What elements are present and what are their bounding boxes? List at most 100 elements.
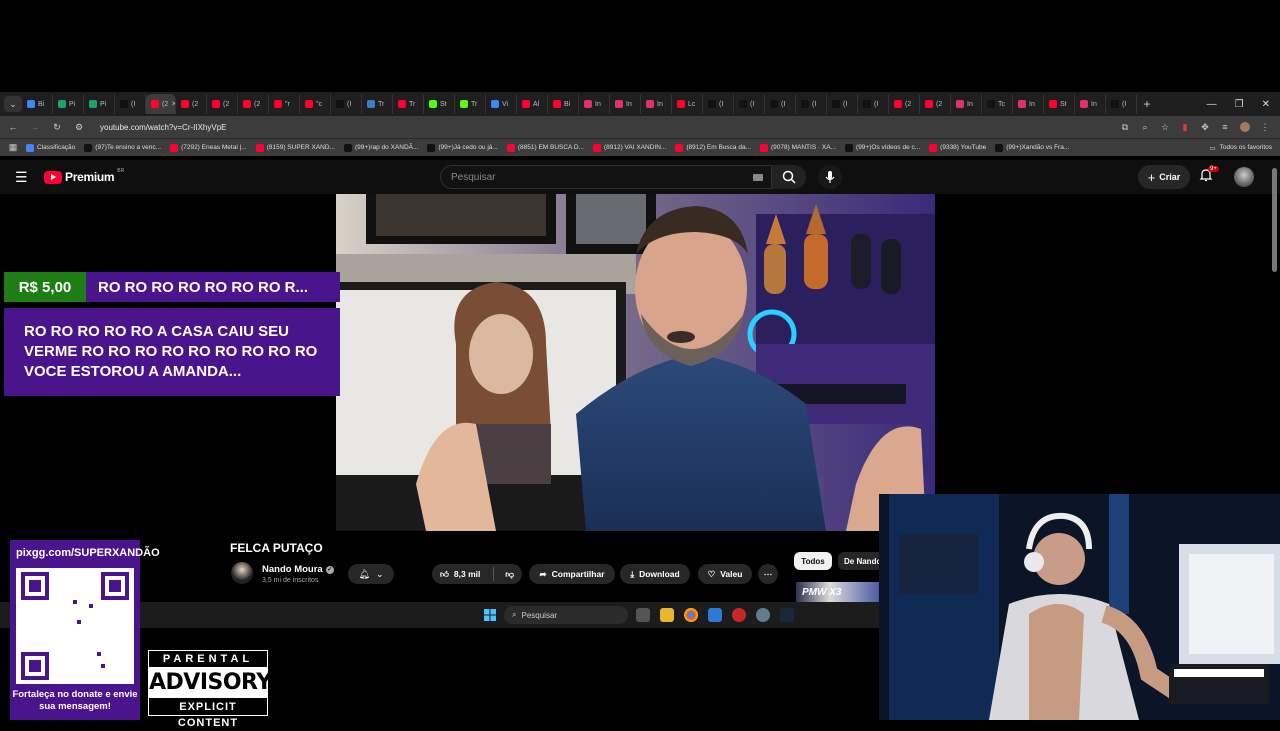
store-icon[interactable] <box>708 608 722 622</box>
create-button[interactable]: + Criar <box>1138 165 1190 189</box>
video-player[interactable] <box>336 194 935 531</box>
thumbs-up-icon[interactable]: 👍︎ <box>440 569 449 580</box>
bookmark-item[interactable]: (97)Te ensino a venc... <box>84 143 161 152</box>
browser-tab[interactable]: "c <box>300 94 331 114</box>
profile-icon[interactable] <box>1240 122 1250 132</box>
task-view-icon[interactable] <box>636 608 650 622</box>
account-avatar[interactable] <box>1234 167 1254 187</box>
download-button[interactable]: ⤓ Download <box>620 564 690 584</box>
browser-tab[interactable]: (2✕ <box>146 94 176 114</box>
voice-search-button[interactable] <box>818 165 842 189</box>
browser-tab[interactable]: (2 <box>920 94 951 114</box>
related-video-thumbnail[interactable]: PMW X3 <box>796 582 880 602</box>
browser-tab[interactable]: (I <box>331 94 362 114</box>
browser-tab[interactable]: (2 <box>238 94 269 114</box>
zoom-icon[interactable]: ⌕ <box>1140 122 1150 132</box>
browser-tab[interactable]: Bi <box>22 94 53 114</box>
browser-tab[interactable]: In <box>641 94 672 114</box>
minimize-icon[interactable]: — <box>1207 99 1217 110</box>
forward-icon[interactable]: → <box>30 122 40 132</box>
chip-all[interactable]: Todos <box>794 552 832 570</box>
app-icon[interactable] <box>732 608 746 622</box>
bookmark-item[interactable]: (9338) YouTube <box>929 143 986 152</box>
like-count[interactable]: 8,3 mil <box>454 569 480 579</box>
taskbar-search[interactable]: ⌕ Pesquisar <box>504 606 628 624</box>
chrome-icon[interactable] <box>684 608 698 622</box>
browser-tab[interactable]: In <box>951 94 982 114</box>
browser-tab[interactable]: (2 <box>889 94 920 114</box>
thanks-button[interactable]: ♡ Valeu <box>698 564 752 584</box>
browser-tab[interactable]: Bi <box>548 94 579 114</box>
youtube-premium-logo[interactable]: Premium BR <box>44 168 124 184</box>
bookmark-item[interactable]: (99+)Já cedo ou já... <box>427 143 498 152</box>
channel-avatar[interactable] <box>231 562 253 584</box>
bookmark-item[interactable]: (9078) MANTIS · XA... <box>760 143 836 152</box>
extensions-puzzle-icon[interactable]: ✥ <box>1200 122 1210 132</box>
url-field[interactable]: youtube.com/watch?v=Cr-IIXhyVpE <box>100 123 227 132</box>
search-button[interactable] <box>772 165 806 189</box>
bookmark-item[interactable]: (8851) EM BUSCA D... <box>506 143 584 152</box>
bookmark-item[interactable]: (8912) VAI XANDIN... <box>592 143 666 152</box>
more-actions-icon[interactable]: ⋯ <box>758 564 778 584</box>
browser-tab[interactable]: (I <box>827 94 858 114</box>
search-input[interactable]: Pesquisar <box>440 165 772 189</box>
notifications-button[interactable]: 9+ <box>1199 166 1219 186</box>
browser-tab[interactable]: In <box>1013 94 1044 114</box>
browser-tab[interactable]: (I <box>734 94 765 114</box>
browser-tab[interactable]: (I <box>1106 94 1137 114</box>
browser-tab[interactable]: In <box>579 94 610 114</box>
settings-gear-icon[interactable] <box>756 608 770 622</box>
bookmark-item[interactable]: (7292) Eneas Metal |... <box>170 143 247 152</box>
browser-tab[interactable]: Pi <box>84 94 115 114</box>
channel-name-row[interactable]: Nando Moura ✓ <box>262 564 334 575</box>
all-bookmarks-button[interactable]: ▭ Todos os favoritos <box>1209 144 1280 152</box>
browser-tab[interactable]: Lc <box>672 94 703 114</box>
browser-tab[interactable]: Tc <box>982 94 1013 114</box>
browser-tab[interactable]: St <box>1044 94 1075 114</box>
bookmark-item[interactable]: (99+)rap do XANDÃ... <box>343 143 418 152</box>
bookmark-star-icon[interactable]: ☆ <box>1160 122 1170 132</box>
reload-icon[interactable]: ↻ <box>52 122 62 132</box>
browser-tab[interactable]: "r <box>269 94 300 114</box>
media-control-icon[interactable]: ≡ <box>1220 122 1230 132</box>
browser-tab[interactable]: (2 <box>207 94 238 114</box>
browser-tab[interactable]: St <box>424 94 455 114</box>
tab-search-chevron-icon[interactable]: ⌄ <box>4 96 22 112</box>
back-icon[interactable]: ← <box>8 122 18 132</box>
hamburger-menu-icon[interactable]: ☰ <box>15 169 28 186</box>
browser-tab[interactable]: Tr <box>393 94 424 114</box>
new-tab-plus-icon[interactable]: + <box>1137 97 1157 111</box>
bookmark-item[interactable]: (8912) Em Busca da... <box>675 143 751 152</box>
share-button[interactable]: ➦ Compartilhar <box>529 564 615 584</box>
browser-tab[interactable]: (2 <box>176 94 207 114</box>
browser-tab[interactable]: Pi <box>53 94 84 114</box>
site-info-icon[interactable]: ⚙ <box>74 122 84 132</box>
browser-tab[interactable]: Tr <box>455 94 486 114</box>
bookmark-item[interactable]: Classificação <box>26 143 75 152</box>
browser-tab[interactable]: (I <box>703 94 734 114</box>
steam-icon[interactable] <box>780 608 794 622</box>
thumbs-down-icon[interactable]: 👎︎ <box>505 569 514 580</box>
extension-red-icon[interactable]: ▮ <box>1180 122 1190 132</box>
page-scrollbar[interactable] <box>1272 168 1277 272</box>
browser-tab[interactable]: Vi <box>486 94 517 114</box>
browser-tab[interactable]: Al <box>517 94 548 114</box>
windows-start-icon[interactable] <box>484 609 496 621</box>
apps-grid-icon[interactable]: ▦ <box>8 142 18 153</box>
chip-channel[interactable]: De Nando <box>838 552 880 570</box>
subscription-bell-button[interactable]: 🔔︎ ⌄ <box>348 564 394 584</box>
bookmark-item[interactable]: (8159) SUPER XAND... <box>255 143 335 152</box>
install-app-icon[interactable]: ⧉ <box>1120 122 1130 132</box>
browser-menu-icon[interactable]: ⋮ <box>1260 122 1270 132</box>
browser-tab[interactable]: (I <box>765 94 796 114</box>
browser-tab[interactable]: (I <box>115 94 146 114</box>
keyboard-icon[interactable] <box>753 174 763 181</box>
browser-tab[interactable]: In <box>1075 94 1106 114</box>
browser-tab[interactable]: In <box>610 94 641 114</box>
close-window-icon[interactable]: ✕ <box>1262 99 1270 110</box>
browser-tab[interactable]: (I <box>796 94 827 114</box>
bookmark-item[interactable]: (99+)Xandão vs Fra... <box>995 143 1069 152</box>
restore-icon[interactable]: ❐ <box>1235 99 1244 110</box>
bookmark-item[interactable]: (99+)Os vídeos de c... <box>845 143 920 152</box>
browser-tab[interactable]: (I <box>858 94 889 114</box>
